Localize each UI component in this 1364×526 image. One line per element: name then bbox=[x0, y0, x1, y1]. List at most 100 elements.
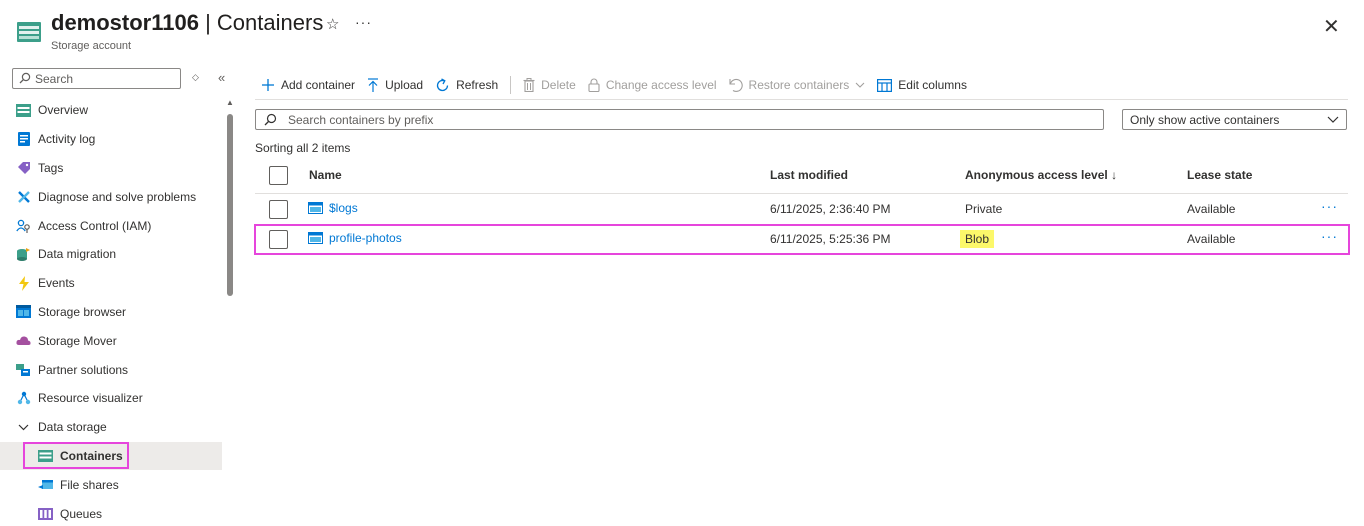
menu-search-box[interactable] bbox=[12, 68, 181, 89]
sidebar-item-storage-mover[interactable]: Storage Mover bbox=[0, 326, 222, 355]
refresh-button[interactable]: Refresh bbox=[429, 72, 504, 98]
delete-button[interactable]: Delete bbox=[517, 72, 582, 98]
command-bar: Add container Upload Refresh Delete Chan… bbox=[255, 72, 973, 98]
sidebar-item-label: Data migration bbox=[38, 247, 117, 262]
sidebar-group-data-storage[interactable]: Data storage bbox=[0, 413, 222, 442]
container-link[interactable]: profile-photos bbox=[329, 231, 402, 245]
column-header-access-level[interactable]: Anonymous access level ↓ bbox=[965, 168, 1117, 182]
people-icon bbox=[16, 218, 31, 233]
sidebar-item-label: Tags bbox=[38, 160, 64, 175]
delete-label: Delete bbox=[541, 78, 576, 92]
access-level-cell: Blob bbox=[960, 230, 995, 248]
sidebar-item-data-migration[interactable]: Data migration bbox=[0, 240, 222, 269]
migration-icon bbox=[16, 247, 31, 262]
select-all-checkbox[interactable] bbox=[269, 166, 288, 185]
undo-icon bbox=[728, 78, 743, 92]
sidebar-item-label: Diagnose and solve problems bbox=[38, 189, 197, 204]
close-button[interactable]: ✕ bbox=[1323, 14, 1340, 39]
sidebar-item-file-shares[interactable]: File shares bbox=[0, 470, 222, 499]
container-search-input[interactable] bbox=[288, 112, 1088, 127]
resource-name: demostor1106 bbox=[51, 10, 199, 35]
edit-columns-button[interactable]: Edit columns bbox=[871, 72, 973, 98]
menu-scrollbar[interactable]: ▲ bbox=[225, 96, 235, 526]
sidebar-item-tags[interactable]: Tags bbox=[0, 154, 222, 183]
sidebar-item-resource-visualizer[interactable]: Resource visualizer bbox=[0, 384, 222, 413]
menu-search-input[interactable] bbox=[35, 71, 175, 86]
upload-button[interactable]: Upload bbox=[361, 72, 429, 98]
row-checkbox[interactable] bbox=[269, 230, 288, 249]
scrollbar-thumb[interactable] bbox=[227, 114, 233, 296]
queue-icon bbox=[38, 506, 53, 521]
table-row[interactable]: profile-photos 6/11/2025, 5:25:36 PM Blo… bbox=[254, 224, 1350, 255]
toolbar-divider bbox=[510, 76, 512, 94]
add-container-label: Add container bbox=[281, 78, 356, 92]
more-options-button[interactable]: ··· bbox=[355, 14, 372, 30]
row-checkbox[interactable] bbox=[269, 200, 288, 219]
lock-icon bbox=[588, 78, 600, 92]
chevron-down-icon bbox=[855, 80, 865, 91]
trash-icon bbox=[523, 78, 535, 92]
toolbar-separator bbox=[255, 99, 1348, 100]
plus-icon bbox=[261, 78, 275, 92]
sidebar-item-overview[interactable]: Overview bbox=[0, 96, 222, 125]
wrench-icon bbox=[16, 189, 31, 204]
dropdown-selected-value: Only show active containers bbox=[1130, 113, 1280, 127]
sidebar-item-containers[interactable]: Containers bbox=[0, 441, 222, 471]
overview-icon bbox=[16, 103, 31, 118]
star-icon[interactable]: ☆ bbox=[326, 15, 339, 33]
edit-columns-label: Edit columns bbox=[898, 78, 967, 92]
sort-status-text: Sorting all 2 items bbox=[255, 141, 351, 155]
sidebar-item-partner-solutions[interactable]: Partner solutions bbox=[0, 355, 222, 384]
lightning-icon bbox=[16, 275, 31, 291]
search-icon bbox=[19, 72, 31, 87]
partner-icon bbox=[16, 362, 31, 377]
search-icon bbox=[264, 113, 277, 129]
sidebar-item-label: Resource visualizer bbox=[38, 391, 143, 406]
expand-collapse-icon[interactable]: ◇ bbox=[192, 72, 199, 83]
access-level-highlight: Blob bbox=[960, 230, 995, 248]
visualizer-icon bbox=[16, 391, 31, 406]
row-more-button[interactable]: ··· bbox=[1321, 198, 1338, 214]
table-row[interactable]: $logs 6/11/2025, 2:36:40 PM Private Avai… bbox=[255, 194, 1348, 224]
change-access-level-label: Change access level bbox=[605, 78, 717, 92]
container-status-dropdown[interactable]: Only show active containers bbox=[1122, 109, 1347, 130]
containers-highlight-outline bbox=[23, 441, 129, 469]
collapse-menu-button[interactable]: « bbox=[218, 70, 225, 85]
scroll-up-icon[interactable]: ▲ bbox=[226, 98, 234, 107]
sidebar-item-label: Access Control (IAM) bbox=[38, 218, 152, 233]
sidebar-item-events[interactable]: Events bbox=[0, 269, 222, 298]
change-access-level-button[interactable]: Change access level bbox=[582, 72, 723, 98]
lease-state-cell: Available bbox=[1187, 202, 1236, 216]
page-title: demostor1106 | Containers bbox=[51, 10, 323, 36]
sidebar-item-activity-log[interactable]: Activity log bbox=[0, 125, 222, 154]
refresh-icon bbox=[435, 77, 450, 93]
storage-browser-icon bbox=[16, 304, 31, 319]
last-modified-cell: 6/11/2025, 2:36:40 PM bbox=[770, 202, 891, 216]
column-header-last-modified[interactable]: Last modified bbox=[770, 168, 848, 182]
lease-state-cell: Available bbox=[1187, 232, 1236, 246]
columns-icon bbox=[877, 78, 893, 92]
add-container-button[interactable]: Add container bbox=[255, 72, 361, 98]
row-more-button[interactable]: ··· bbox=[1321, 228, 1338, 244]
column-header-name[interactable]: Name bbox=[309, 168, 342, 182]
containers-table: Name Last modified Anonymous access leve… bbox=[254, 160, 1350, 255]
column-header-lease-state[interactable]: Lease state bbox=[1187, 168, 1252, 182]
sidebar-item-diagnose[interactable]: Diagnose and solve problems bbox=[0, 182, 222, 211]
resource-type: Storage account bbox=[51, 40, 132, 52]
sidebar-item-queues[interactable]: Queues bbox=[0, 499, 222, 526]
storage-account-icon bbox=[16, 20, 42, 44]
container-link[interactable]: $logs bbox=[329, 201, 358, 215]
restore-containers-label: Restore containers bbox=[748, 78, 850, 92]
container-search-box[interactable] bbox=[255, 109, 1104, 130]
sidebar-item-access-control[interactable]: Access Control (IAM) bbox=[0, 211, 222, 240]
container-name-cell: profile-photos bbox=[308, 231, 402, 245]
title-separator: | bbox=[198, 10, 217, 35]
sidebar-item-storage-browser[interactable]: Storage browser bbox=[0, 298, 222, 327]
chevron-down-icon bbox=[16, 420, 31, 435]
last-modified-cell: 6/11/2025, 5:25:36 PM bbox=[770, 232, 891, 246]
refresh-label: Refresh bbox=[456, 78, 499, 92]
blade-header: demostor1106 | Containers Storage accoun… bbox=[0, 0, 1364, 62]
sidebar-group-label: Data storage bbox=[38, 420, 107, 435]
container-icon bbox=[308, 202, 323, 214]
restore-containers-button[interactable]: Restore containers bbox=[723, 72, 872, 98]
